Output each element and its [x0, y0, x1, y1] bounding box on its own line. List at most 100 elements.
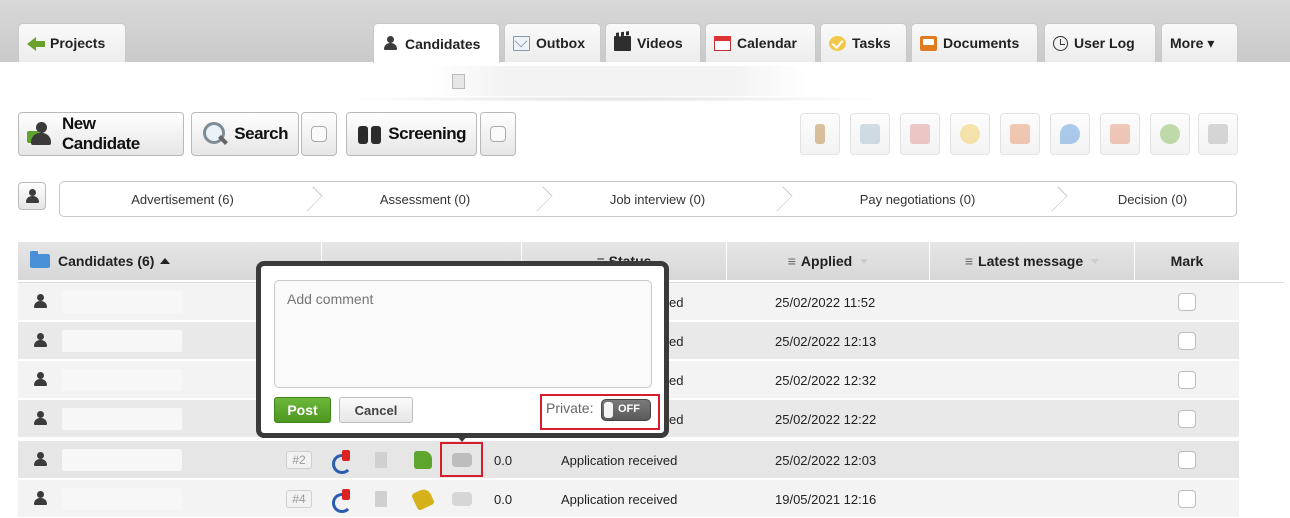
- column-menu-icon: ≡: [787, 253, 796, 269]
- stage-label: Pay negotiations (0): [859, 191, 976, 207]
- status-cell: ed: [669, 372, 684, 388]
- status-cell: Application received: [561, 452, 678, 468]
- person-icon: [24, 189, 41, 204]
- refresh-alert-icon[interactable]: [330, 450, 352, 474]
- column-mark-label: Mark: [1170, 253, 1204, 269]
- tab-candidates[interactable]: Candidates: [373, 23, 500, 63]
- folder-icon: [30, 251, 50, 268]
- cancel-button[interactable]: Cancel: [339, 397, 413, 423]
- traffic-light-icon: [815, 124, 825, 144]
- column-menu-icon: ≡: [964, 253, 974, 269]
- stage-pay-negotiations[interactable]: Pay negotiations (0): [790, 182, 1045, 216]
- location-action[interactable]: [1050, 113, 1090, 155]
- search-icon: [202, 121, 226, 147]
- mark-checkbox[interactable]: [1178, 410, 1196, 428]
- search-label: Search: [234, 124, 288, 143]
- tab-user-log[interactable]: User Log: [1044, 23, 1156, 62]
- screening-button[interactable]: Screening: [346, 112, 477, 156]
- mark-checkbox[interactable]: [1178, 490, 1196, 508]
- sort-icon: [860, 258, 869, 264]
- column-mark[interactable]: Mark: [1135, 242, 1239, 280]
- search-button[interactable]: Search: [191, 112, 299, 156]
- score-cell: 0.0: [494, 452, 513, 468]
- calendar-icon: [714, 35, 731, 51]
- stage-assessment[interactable]: Assessment (0): [320, 182, 530, 216]
- candidate-name[interactable]: [62, 291, 182, 313]
- applied-cell: 25/02/2022 12:13: [775, 333, 877, 349]
- forward-action[interactable]: [1000, 113, 1040, 155]
- mark-checkbox[interactable]: [1178, 293, 1196, 311]
- person-icon: [32, 294, 49, 309]
- person-icon: [32, 333, 49, 348]
- binoculars-icon: [357, 121, 382, 147]
- column-latest-message[interactable]: ≡ Latest message: [930, 242, 1135, 280]
- rank-badge: #4: [286, 490, 312, 508]
- film-icon: [614, 35, 631, 51]
- back-arrow-icon: [27, 36, 45, 51]
- mail-icon: [860, 124, 880, 144]
- tab-outbox[interactable]: Outbox: [504, 23, 601, 62]
- comment-textarea[interactable]: [274, 280, 652, 388]
- candidate-name[interactable]: [62, 449, 182, 471]
- copy-icon[interactable]: [375, 491, 387, 507]
- table-row[interactable]: #4 0.0 Application received 19/05/2021 1…: [18, 480, 1239, 518]
- refresh-alert-icon[interactable]: [330, 489, 352, 513]
- table-row[interactable]: #2 0.0 Application received 25/02/2022 1…: [18, 441, 1239, 479]
- calendar-icon: [910, 124, 930, 144]
- search-toggle[interactable]: [301, 112, 337, 156]
- person-icon: [32, 372, 49, 387]
- tab-projects[interactable]: Projects: [18, 23, 126, 62]
- status-cell: ed: [669, 411, 684, 427]
- person-icon: [32, 491, 49, 506]
- column-applied-label: Applied: [800, 253, 853, 269]
- traffic-light-action[interactable]: [800, 113, 840, 155]
- trash-icon: [1208, 124, 1228, 144]
- tab-videos-label: Videos: [637, 35, 683, 51]
- delete-action[interactable]: [1198, 113, 1238, 155]
- tab-candidates-label: Candidates: [405, 35, 481, 52]
- popup-pointer: [455, 434, 469, 442]
- candidate-name[interactable]: [62, 330, 182, 352]
- column-applied[interactable]: ≡ Applied: [727, 242, 930, 280]
- pipeline-candidates-button[interactable]: [18, 182, 46, 210]
- stage-advertisement[interactable]: Advertisement (6): [60, 182, 305, 216]
- tab-tasks-label: Tasks: [852, 35, 891, 51]
- candidate-name[interactable]: [62, 408, 182, 430]
- tab-videos[interactable]: Videos: [605, 23, 701, 62]
- candidate-name[interactable]: [62, 369, 182, 391]
- person-icon: [32, 452, 49, 467]
- thumbs-up-icon[interactable]: [414, 451, 432, 469]
- page-icon: [452, 73, 465, 89]
- sort-icon: [1091, 258, 1100, 264]
- copy-icon[interactable]: [375, 452, 387, 468]
- tab-more[interactable]: More ▾: [1161, 23, 1238, 62]
- checkbox-icon: [311, 126, 327, 142]
- candidate-name[interactable]: [62, 488, 182, 510]
- new-candidate-button[interactable]: New Candidate: [18, 112, 184, 156]
- stage-job-interview[interactable]: Job interview (0): [550, 182, 765, 216]
- redo-action[interactable]: [1150, 113, 1190, 155]
- thumbs-sideways-icon[interactable]: [411, 487, 435, 511]
- tab-calendar[interactable]: Calendar: [705, 23, 816, 62]
- post-button[interactable]: Post: [274, 397, 331, 423]
- tab-user-log-label: User Log: [1074, 35, 1135, 51]
- tab-tasks[interactable]: Tasks: [820, 23, 907, 62]
- tab-documents-label: Documents: [943, 35, 1020, 51]
- column-latest-message-label: Latest message: [978, 253, 1084, 269]
- task-action[interactable]: [950, 113, 990, 155]
- mail-icon: [513, 35, 530, 51]
- tab-more-label: More ▾: [1170, 34, 1215, 51]
- status-cell: Application received: [561, 491, 678, 507]
- mark-checkbox[interactable]: [1178, 332, 1196, 350]
- column-candidates-label: Candidates (6): [58, 253, 155, 269]
- comment-icon[interactable]: [452, 492, 472, 506]
- stage-decision[interactable]: Decision (0): [1070, 182, 1235, 216]
- calendar-action[interactable]: [900, 113, 940, 155]
- reject-action[interactable]: [1100, 113, 1140, 155]
- mark-checkbox[interactable]: [1178, 451, 1196, 469]
- applied-cell: 25/02/2022 12:22: [775, 411, 877, 427]
- tab-documents[interactable]: Documents: [911, 23, 1038, 62]
- email-action[interactable]: [850, 113, 890, 155]
- mark-checkbox[interactable]: [1178, 371, 1196, 389]
- screening-toggle[interactable]: [480, 112, 516, 156]
